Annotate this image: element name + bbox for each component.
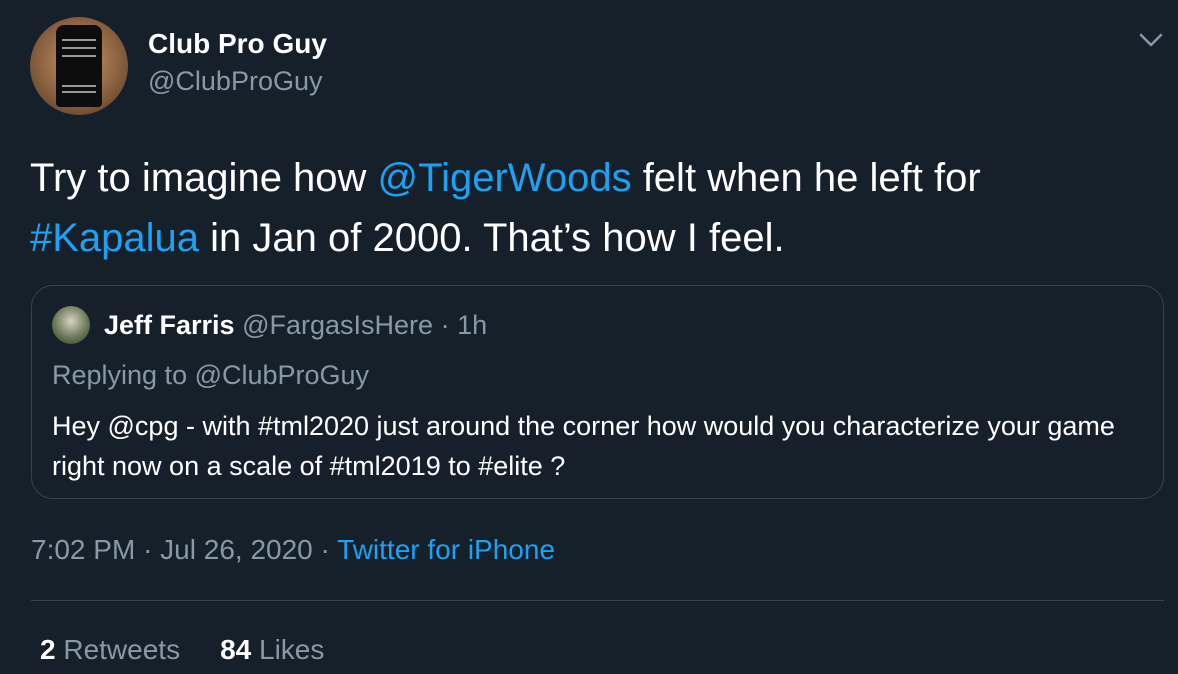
divider — [31, 600, 1164, 601]
tweet-time[interactable]: 7:02 PM — [31, 534, 135, 565]
tweet-stats: 2 Retweets 84 Likes — [40, 634, 324, 666]
tweet-source-link[interactable]: Twitter for iPhone — [337, 534, 555, 565]
quoted-author-avatar — [52, 306, 90, 344]
retweets-label: Retweets — [63, 634, 181, 665]
author-handle[interactable]: @ClubProGuy — [148, 66, 322, 97]
mention-link[interactable]: @TigerWoods — [378, 156, 632, 200]
hashtag-link[interactable]: #Kapalua — [30, 216, 199, 260]
quoted-separator: · — [440, 310, 450, 340]
author-display-name[interactable]: Club Pro Guy — [148, 28, 327, 60]
author-avatar[interactable] — [30, 17, 128, 115]
retweets-count: 2 — [40, 634, 56, 665]
quoted-author-handle: @FargasIsHere — [242, 310, 434, 340]
avatar-shirt — [56, 25, 102, 107]
likes-label: Likes — [259, 634, 325, 665]
tweet-meta: 7:02 PM · Jul 26, 2020 · Twitter for iPh… — [31, 534, 555, 566]
quoted-tweet-card[interactable]: Jeff Farris @FargasIsHere · 1h Replying … — [31, 285, 1164, 499]
retweets-stat[interactable]: 2 Retweets — [40, 634, 180, 665]
tweet-text-part: in Jan of 2000. That’s how I feel. — [199, 216, 785, 260]
meta-separator: · — [320, 534, 330, 565]
quoted-tweet-header: Jeff Farris @FargasIsHere · 1h — [104, 310, 487, 341]
quoted-author-name: Jeff Farris — [104, 310, 235, 340]
tweet-text-part: felt when he left for — [631, 156, 981, 200]
likes-count: 84 — [220, 634, 252, 665]
meta-separator: · — [143, 534, 153, 565]
quoted-replying-to: Replying to @ClubProGuy — [52, 360, 370, 390]
tweet-text: Try to imagine how @TigerWoods felt when… — [30, 148, 1150, 268]
tweet-text-part: Try to imagine how — [30, 156, 378, 200]
quoted-tweet-text: Hey @cpg - with #tml2020 just around the… — [52, 411, 1115, 481]
quoted-time-ago: 1h — [457, 310, 488, 340]
tweet-date[interactable]: Jul 26, 2020 — [160, 534, 313, 565]
chevron-down-icon[interactable] — [1138, 30, 1164, 50]
likes-stat[interactable]: 84 Likes — [220, 634, 324, 665]
